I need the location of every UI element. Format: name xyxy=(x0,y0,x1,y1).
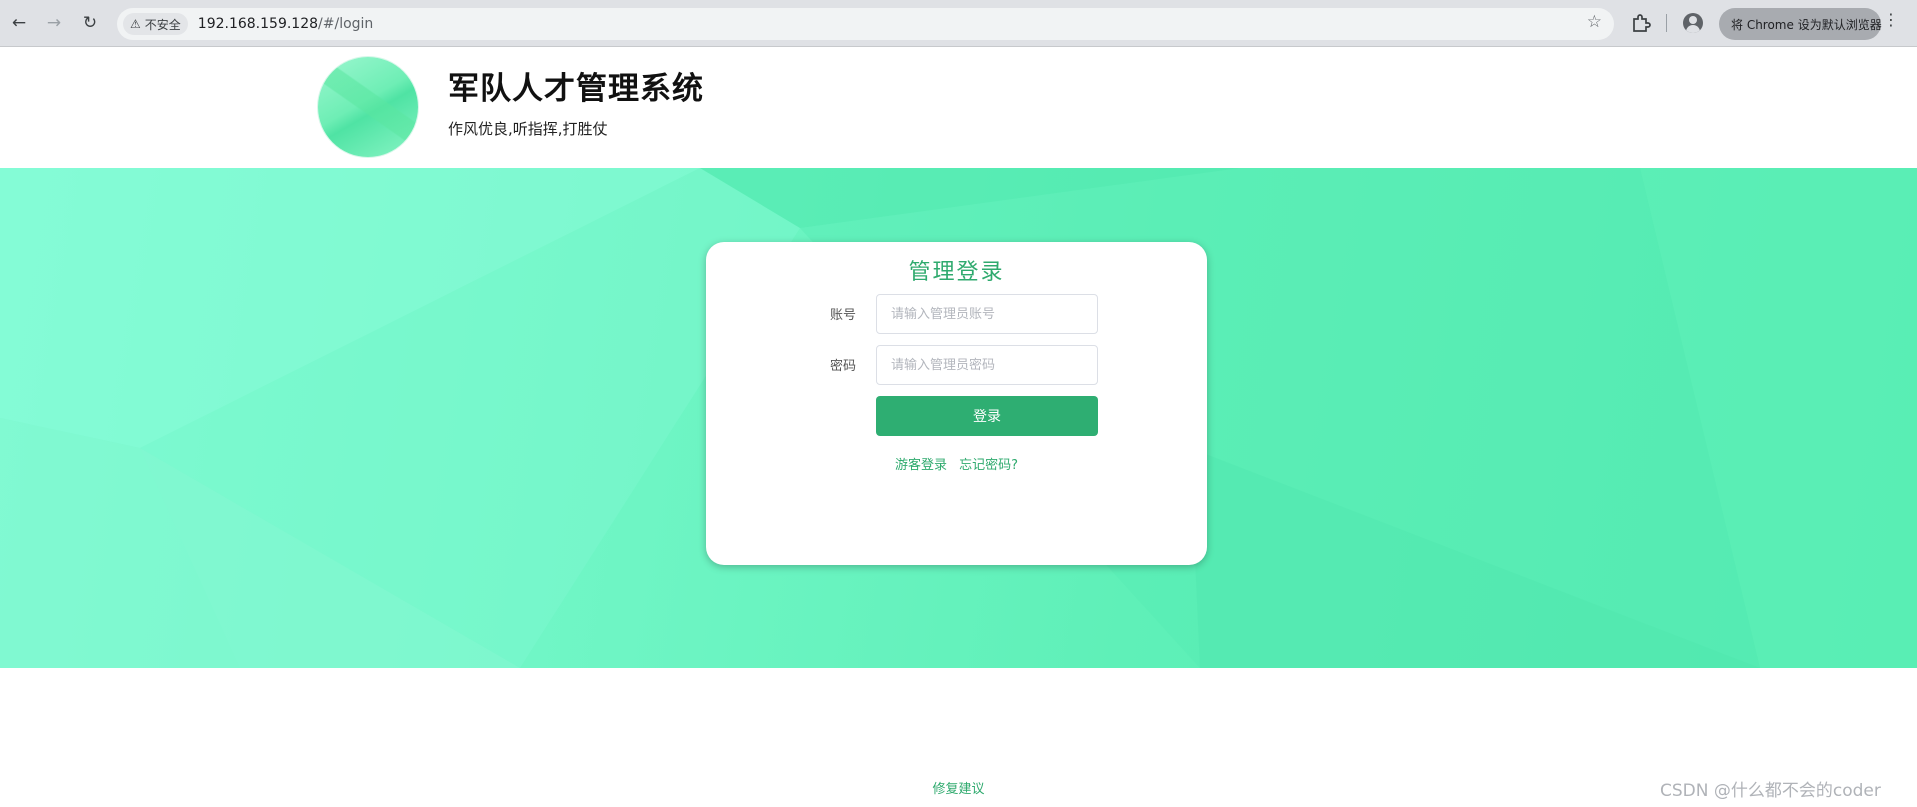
extensions-icon[interactable] xyxy=(1630,12,1652,34)
reload-icon: ↻ xyxy=(82,13,98,33)
account-input[interactable] xyxy=(876,294,1098,334)
url-path: /#/login xyxy=(318,16,374,32)
url-host: 192.168.159.128 xyxy=(197,16,319,32)
browser-toolbar: ← → ↻ ⚠ 不安全 192.168.159.128/#/login ☆ 将 … xyxy=(0,0,1917,47)
arrow-left-icon: ← xyxy=(11,13,27,33)
login-links: 游客登录 忘记密码? xyxy=(706,454,1207,473)
warning-icon: ⚠ xyxy=(130,17,141,31)
reload-button[interactable]: ↻ xyxy=(77,10,103,36)
url-text[interactable]: 192.168.159.128/#/login xyxy=(198,16,374,32)
site-title: 军队人才管理系统 xyxy=(448,71,704,107)
arrow-right-icon: → xyxy=(46,13,62,33)
security-label: 不安全 xyxy=(144,17,181,32)
forward-button[interactable]: → xyxy=(41,10,67,36)
toolbar-divider xyxy=(1666,14,1667,32)
site-logo xyxy=(318,57,418,157)
security-indicator[interactable]: ⚠ 不安全 xyxy=(123,13,188,35)
set-default-browser-button[interactable]: 将 Chrome 设为默认浏览器 xyxy=(1719,8,1882,40)
guest-login-link[interactable]: 游客登录 xyxy=(895,458,947,473)
back-button[interactable]: ← xyxy=(6,10,32,36)
bookmark-star-icon[interactable]: ☆ xyxy=(1587,12,1602,32)
more-menu-icon[interactable]: ⋮ xyxy=(1883,10,1899,29)
account-label: 账号 xyxy=(830,308,857,323)
hero-banner: 管理登录 账号 密码 登录 游客登录 忘记密码? xyxy=(0,168,1917,668)
site-header: 军队人才管理系统 作风优良,听指挥,打胜仗 xyxy=(0,47,1917,168)
watermark-text: CSDN @什么都不会的coder xyxy=(1660,781,1881,801)
profile-avatar-icon[interactable] xyxy=(1683,13,1703,33)
site-slogan: 作风优良,听指挥,打胜仗 xyxy=(448,120,608,138)
password-input[interactable] xyxy=(876,345,1098,385)
login-title: 管理登录 xyxy=(908,260,1005,285)
feedback-link[interactable]: 修复建议 xyxy=(0,778,1917,797)
login-button[interactable]: 登录 xyxy=(876,396,1098,436)
address-bar[interactable]: ⚠ 不安全 192.168.159.128/#/login ☆ xyxy=(117,8,1614,40)
password-label: 密码 xyxy=(830,359,857,374)
forgot-password-link[interactable]: 忘记密码? xyxy=(959,458,1018,473)
set-default-browser-label: 将 Chrome 设为默认浏览器 xyxy=(1731,17,1882,32)
login-card: 管理登录 账号 密码 登录 游客登录 忘记密码? xyxy=(706,242,1207,565)
